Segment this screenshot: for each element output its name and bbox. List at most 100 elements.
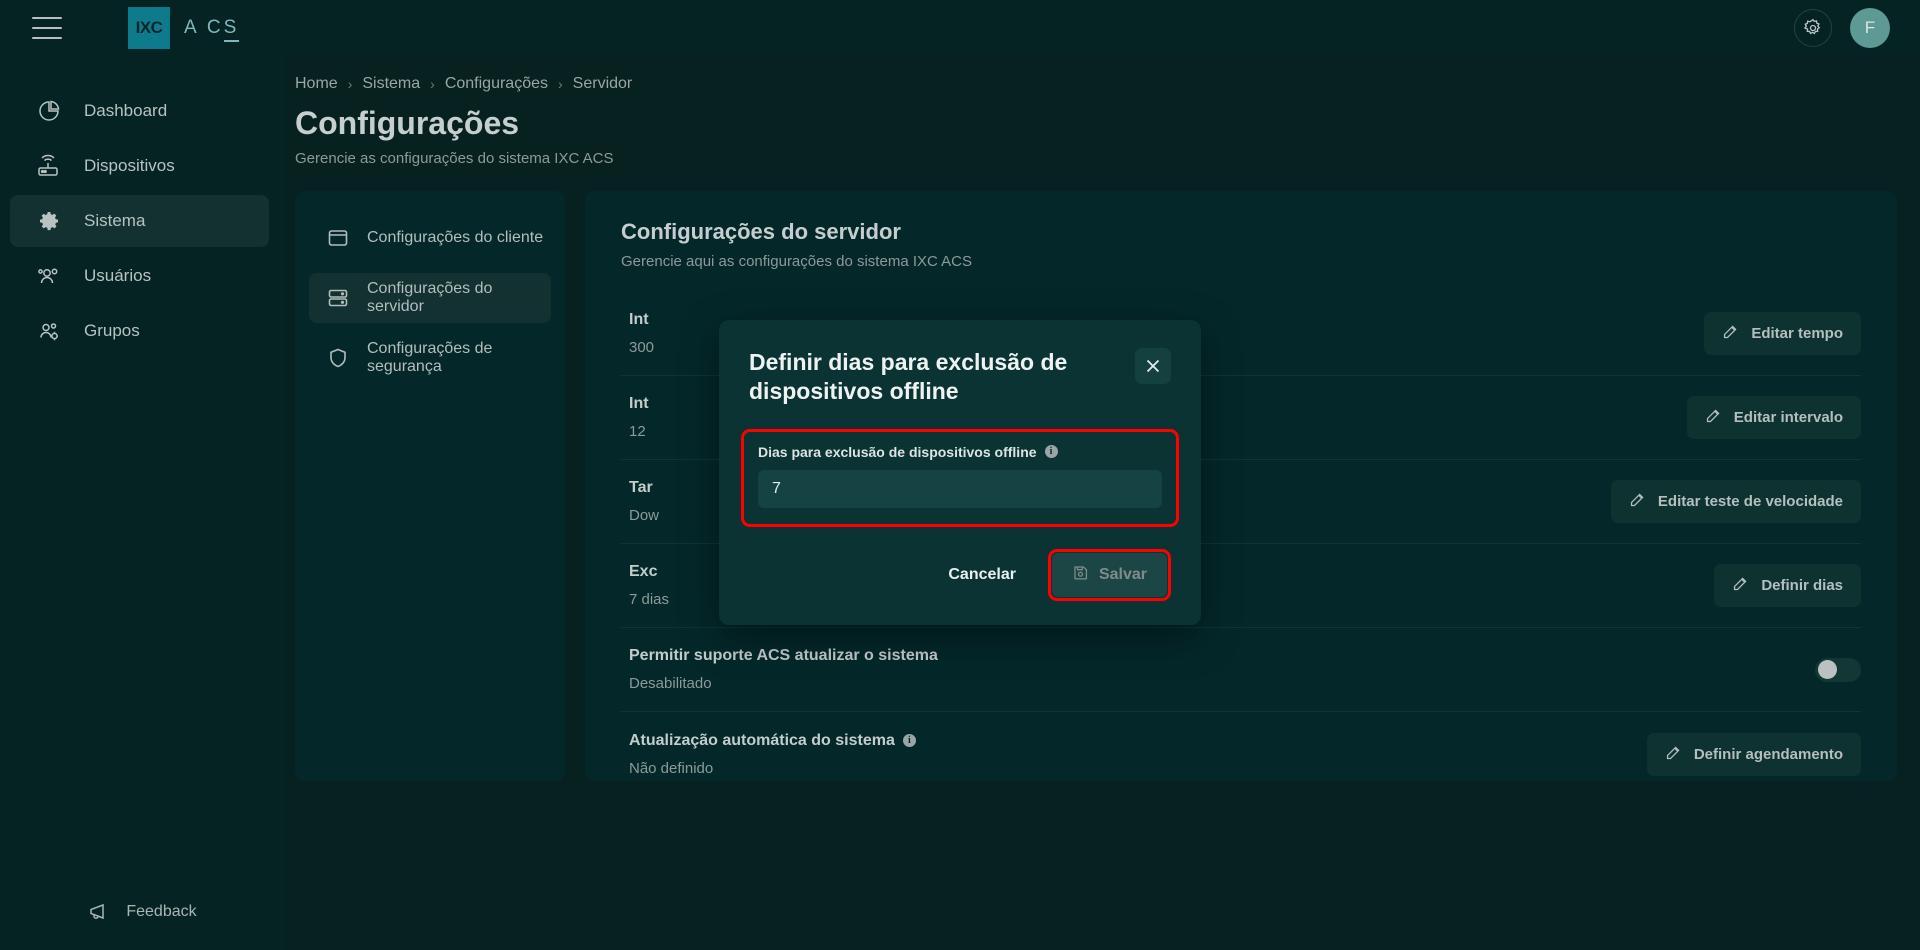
edit-teste-velocidade-label: Editar teste de velocidade: [1657, 493, 1843, 510]
breadcrumb-item-configuracoes[interactable]: Configurações: [445, 75, 548, 93]
row-label: Exc: [629, 563, 658, 580]
row-value: 7 dias: [629, 591, 670, 608]
sidebar-item-dispositivos[interactable]: Dispositivos: [10, 140, 269, 192]
hamburger-icon[interactable]: [32, 16, 62, 39]
dias-field-group: Dias para exclusão de dispositivos offli…: [741, 428, 1179, 527]
topbar-actions: F: [1794, 7, 1890, 48]
settings-nav-label: Configurações de segurança: [367, 340, 493, 375]
edit-icon: [1732, 575, 1749, 596]
edit-icon: [1629, 491, 1646, 512]
panel-title: Configurações do servidor: [621, 219, 901, 244]
row-label: Int: [629, 311, 649, 328]
toggle-knob: [1818, 660, 1837, 679]
shield-icon: [327, 347, 349, 369]
sidebar-item-label: Sistema: [84, 211, 146, 230]
router-icon: [34, 151, 64, 181]
sidebar: Dashboard Dispositivos Sistema Usuários …: [0, 55, 285, 950]
sidebar-item-label: Usuários: [84, 266, 152, 285]
panel-subtitle: Gerencie aqui as configurações do sistem…: [621, 253, 973, 270]
row-text: Tar Dow: [629, 479, 659, 524]
row-value: Dow: [629, 507, 660, 524]
definir-dias-button[interactable]: Definir dias: [1714, 564, 1861, 607]
row-text: Int 12: [629, 395, 649, 440]
breadcrumb-item-servidor[interactable]: Servidor: [573, 75, 633, 93]
row-text: Int 300: [629, 311, 654, 356]
field-label-text: Dias para exclusão de dispositivos offli…: [758, 443, 1037, 460]
window-icon: [327, 227, 349, 249]
edit-intervalo-button[interactable]: Editar intervalo: [1686, 396, 1861, 439]
settings-nav-card: Configurações do cliente Configurações d…: [295, 191, 565, 781]
logo-mark: IXC: [128, 6, 170, 49]
settings-nav-label: Configurações do servidor: [367, 280, 493, 315]
feedback-label: Feedback: [126, 903, 197, 920]
users-icon: [34, 261, 64, 291]
sidebar-item-label: Dashboard: [84, 101, 168, 120]
sidebar-item-dashboard[interactable]: Dashboard: [10, 85, 269, 137]
row-label: Int: [629, 395, 649, 412]
table-row: Atualização automática do sistema i Não …: [621, 712, 1861, 796]
row-label: Atualização automática do sistema i: [629, 732, 916, 750]
logo-letter-a: A: [184, 16, 199, 38]
settings-nav-item-servidor[interactable]: Configurações do servidor: [309, 273, 551, 323]
sidebar-item-grupos[interactable]: Grupos: [10, 305, 269, 357]
row-value: Desabilitado: [629, 675, 712, 692]
close-icon[interactable]: [1135, 348, 1171, 384]
logo-letter-s: S: [223, 16, 240, 42]
row-label-text: Atualização automática do sistema: [629, 731, 895, 749]
breadcrumb-separator: ›: [558, 76, 563, 92]
settings-nav-label: Configurações do cliente: [367, 229, 544, 246]
top-bar: IXC A CS F: [0, 0, 1920, 55]
breadcrumb-separator: ›: [347, 76, 353, 92]
edit-icon: [1705, 407, 1722, 428]
page-subtitle: Gerencie as configurações do sistema IXC…: [295, 150, 614, 167]
pie-chart-icon: [34, 96, 64, 126]
breadcrumb-separator: ›: [430, 76, 435, 92]
sidebar-item-usuarios[interactable]: Usuários: [10, 250, 269, 302]
gear-icon[interactable]: [1794, 8, 1832, 47]
table-row: Permitir suporte ACS atualizar o sistema…: [621, 628, 1861, 712]
row-value: Não definido: [629, 759, 714, 777]
users-gear-icon: [34, 316, 64, 346]
row-text: Permitir suporte ACS atualizar o sistema…: [629, 647, 938, 692]
row-value: 12: [629, 423, 646, 440]
megaphone-icon: [88, 902, 112, 922]
breadcrumb: Home › Sistema › Configurações › Servido…: [295, 75, 1920, 93]
definir-dias-label: Definir dias: [1761, 577, 1843, 594]
cancel-button[interactable]: Cancelar: [934, 556, 1030, 594]
edit-tempo-button[interactable]: Editar tempo: [1704, 312, 1861, 355]
page-title: Configurações: [295, 105, 520, 141]
row-label: Permitir suporte ACS atualizar o sistema: [629, 647, 938, 664]
logo-text: A CS: [184, 16, 240, 42]
row-text: Exc 7 dias: [629, 563, 669, 608]
info-icon[interactable]: i: [1044, 445, 1058, 459]
info-icon[interactable]: i: [902, 734, 916, 747]
breadcrumb-item-home[interactable]: Home: [295, 75, 338, 93]
definir-agendamento-label: Definir agendamento: [1693, 745, 1843, 763]
save-button-highlight: Salvar: [1047, 548, 1171, 601]
sidebar-item-sistema[interactable]: Sistema: [10, 195, 269, 247]
app-logo[interactable]: IXC A CS: [128, 6, 240, 49]
edit-icon: [1665, 744, 1682, 765]
breadcrumb-item-sistema[interactable]: Sistema: [362, 75, 420, 93]
row-value: 300: [629, 339, 655, 356]
definir-agendamento-button[interactable]: Definir agendamento: [1646, 732, 1861, 776]
server-icon: [327, 287, 349, 309]
modal-footer: Cancelar Salvar: [719, 527, 1201, 601]
avatar[interactable]: F: [1850, 7, 1890, 48]
settings-nav-item-seguranca[interactable]: Configurações de segurança: [309, 333, 551, 383]
sidebar-item-label: Grupos: [84, 321, 140, 340]
feedback-link[interactable]: Feedback: [0, 902, 285, 922]
row-label: Tar: [629, 479, 653, 496]
suporte-acs-toggle[interactable]: [1815, 657, 1861, 682]
settings-nav-item-cliente[interactable]: Configurações do cliente: [309, 213, 551, 263]
edit-teste-velocidade-button[interactable]: Editar teste de velocidade: [1610, 480, 1861, 523]
edit-intervalo-label: Editar intervalo: [1733, 409, 1843, 426]
row-text: Atualização automática do sistema i Não …: [629, 732, 916, 777]
dias-input[interactable]: [758, 469, 1162, 508]
save-icon: [1072, 564, 1089, 586]
save-label: Salvar: [1098, 565, 1147, 583]
logo-letter-c: C: [206, 16, 224, 38]
field-label: Dias para exclusão de dispositivos offli…: [758, 444, 1162, 460]
sidebar-item-label: Dispositivos: [84, 156, 175, 175]
save-button[interactable]: Salvar: [1051, 552, 1167, 597]
